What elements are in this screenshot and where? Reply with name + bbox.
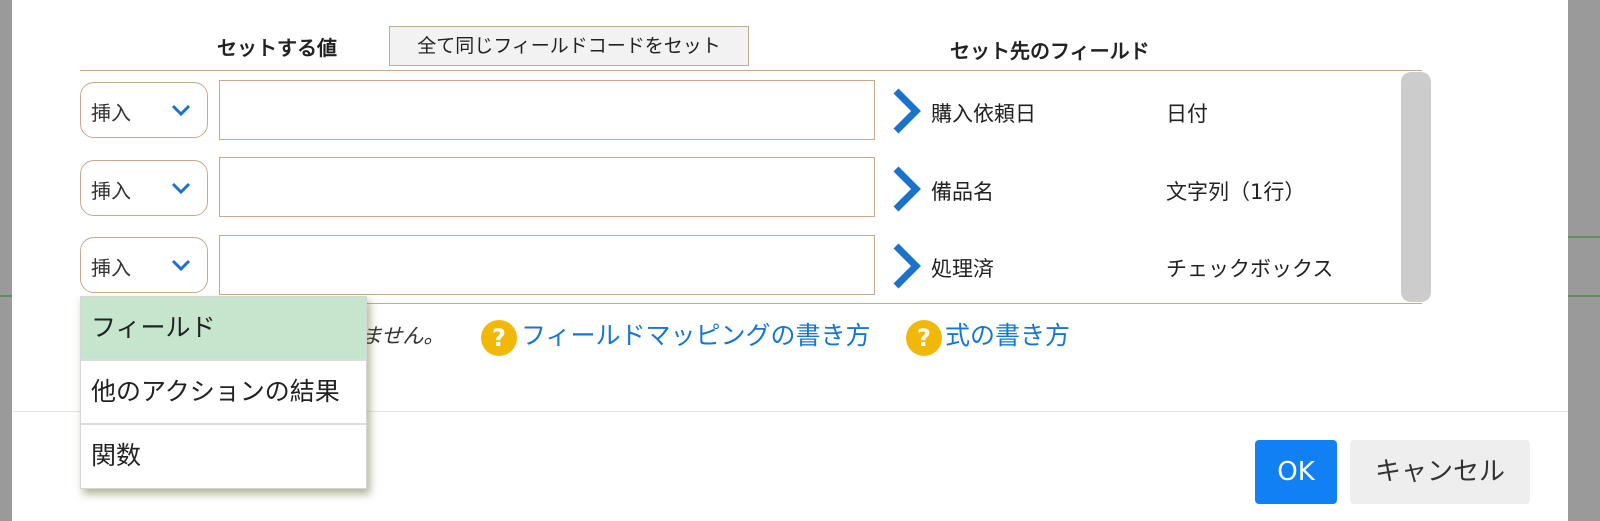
chevron-right-icon (893, 166, 921, 212)
chevron-right-icon (893, 243, 921, 289)
background-left (0, 0, 12, 521)
table-top-rule (80, 70, 1422, 71)
mode-select-label: 挿入 (91, 101, 131, 125)
value-input[interactable] (219, 80, 875, 140)
mode-select[interactable]: 挿入 (80, 237, 208, 293)
set-same-field-code-button[interactable]: 全て同じフィールドコードをセット (389, 26, 749, 66)
chevron-down-icon (171, 182, 191, 195)
target-field-type: 文字列（1行） (1166, 180, 1306, 204)
background-line (1568, 236, 1600, 238)
target-field-name: 購入依頼日 (931, 102, 1036, 126)
value-column-header: セットする値 (217, 36, 337, 60)
chevron-down-icon (171, 259, 191, 272)
formula-help-link[interactable]: 式の書き方 (945, 316, 1070, 352)
mode-select[interactable]: 挿入 (80, 82, 208, 138)
scrollbar-thumb[interactable] (1401, 72, 1431, 302)
target-field-type: チェックボックス (1166, 257, 1334, 281)
mode-dropdown-menu: フィールド 他のアクションの結果 関数 (80, 296, 367, 489)
mode-select-label: 挿入 (91, 179, 131, 203)
dropdown-option-function[interactable]: 関数 (81, 425, 366, 487)
background-line (1568, 295, 1600, 297)
value-input[interactable] (219, 235, 875, 295)
cancel-button[interactable]: キャンセル (1350, 440, 1530, 504)
background-line (0, 295, 12, 297)
ok-button[interactable]: OK (1255, 440, 1337, 504)
mode-select-label: 挿入 (91, 256, 131, 280)
target-field-name: 処理済 (931, 257, 994, 281)
help-icon[interactable]: ? (906, 320, 942, 356)
target-column-header: セット先のフィールド (950, 39, 1150, 63)
target-field-type: 日付 (1166, 102, 1208, 126)
chevron-right-icon (893, 88, 921, 134)
background-right (1568, 0, 1600, 521)
field-mapping-help-link[interactable]: フィールドマッピングの書き方 (521, 316, 871, 352)
dropdown-option-field[interactable]: フィールド (81, 297, 366, 359)
mode-select[interactable]: 挿入 (80, 160, 208, 216)
dropdown-option-action-result[interactable]: 他のアクションの結果 (81, 361, 366, 423)
value-input[interactable] (219, 157, 875, 217)
target-field-name: 備品名 (931, 180, 994, 204)
help-icon[interactable]: ? (481, 320, 517, 356)
chevron-down-icon (171, 104, 191, 117)
